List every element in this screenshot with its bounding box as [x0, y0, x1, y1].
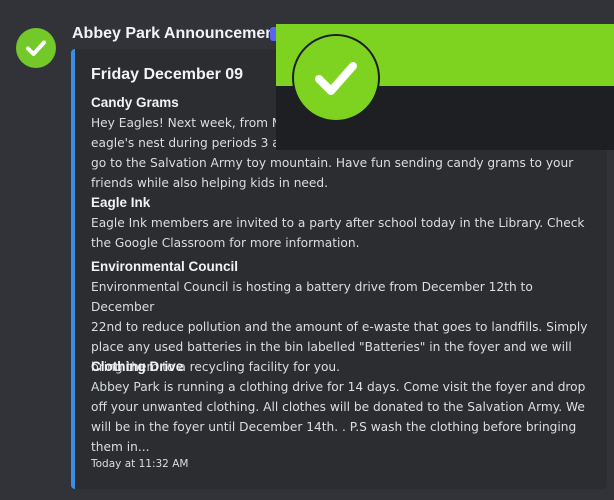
field-line: go to the Salvation Army toy mountain. H… [91, 156, 574, 170]
field-line: Abbey Park is running a clothing drive f… [91, 380, 586, 394]
field-line: them in... [91, 440, 150, 454]
field-line: place any used batteries in the bin labe… [91, 340, 572, 354]
field-value: Abbey Park is running a clothing drive f… [91, 377, 591, 457]
overlay-avatar [292, 34, 380, 122]
embed-title: Friday December 09 [91, 66, 244, 83]
field-value: Eagle Ink members are invited to a party… [91, 213, 591, 253]
checkmark-icon [315, 62, 357, 95]
field-name: Environmental Council [91, 259, 239, 274]
field-line: 22nd to reduce pollution and the amount … [91, 320, 588, 334]
author-name[interactable]: Abbey Park Announcements [72, 25, 289, 43]
popup-overlay [276, 24, 614, 150]
author-avatar[interactable] [16, 28, 56, 68]
embed-field-clothing-drive: Clothing Drive Abbey Park is running a c… [91, 358, 591, 457]
field-name: Clothing Drive [91, 359, 184, 374]
field-line: off your unwanted clothing. All clothes … [91, 400, 585, 414]
field-line: Environmental Council is hosting a batte… [91, 280, 533, 314]
field-line: the Google Classroom for more informatio… [91, 236, 360, 250]
field-line: will be in the foyer until December 14th… [91, 420, 577, 434]
checkmark-icon [26, 40, 46, 56]
embed-field-eagle-ink: Eagle Ink Eagle Ink members are invited … [91, 194, 591, 253]
announcement-message: Abbey Park Announcements Friday December… [0, 0, 614, 500]
field-name: Eagle Ink [91, 195, 151, 210]
field-line: Eagle Ink members are invited to a party… [91, 216, 585, 230]
embed-timestamp: Today at 11:32 AM [91, 458, 189, 470]
field-line: friends while also helping kids in need. [91, 176, 329, 190]
